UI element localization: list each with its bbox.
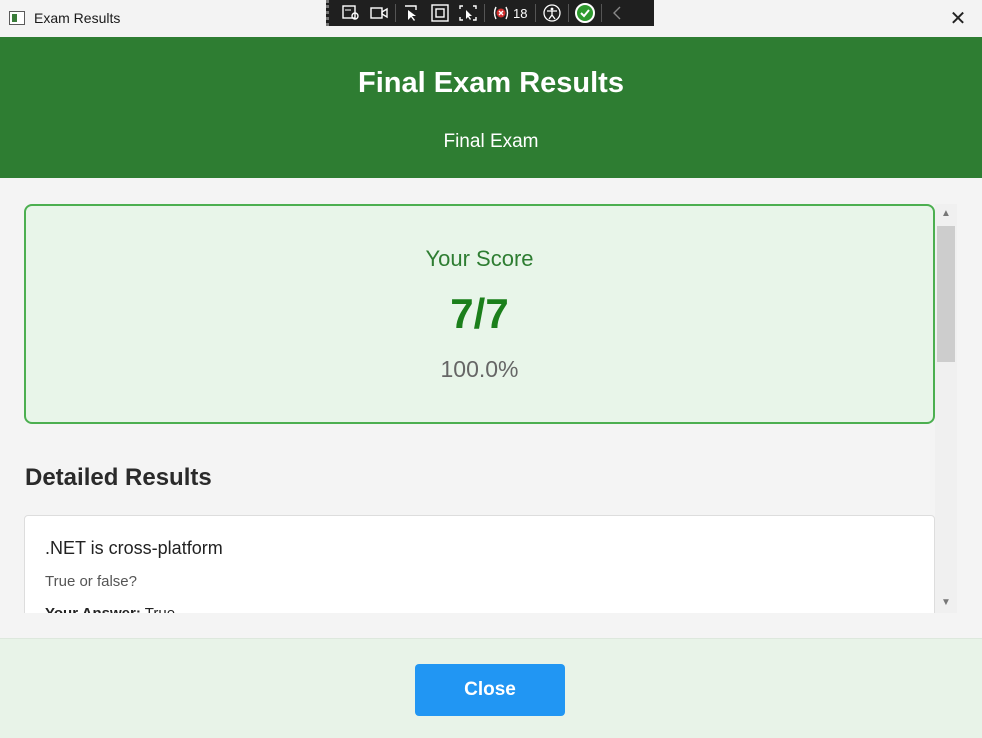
detailed-results-heading: Detailed Results [25,464,212,491]
toolbar-separator [601,4,603,22]
scrollbar-thumb[interactable] [937,226,955,362]
score-card: Your Score 7/7 100.0% [24,204,935,424]
dialog-footer: Close [0,638,982,738]
toolbar-separator [395,4,396,22]
answer-value: True [145,605,175,613]
checked-icon[interactable] [571,2,599,24]
score-label: Your Score [425,246,534,271]
exam-name: Final Exam [443,131,539,152]
page-title: Final Exam Results [358,67,624,99]
track-focus-icon[interactable] [454,2,482,24]
question-title: .NET is cross-platform [45,538,223,558]
score-value: 7/7 [450,290,509,337]
live-visual-tree-icon[interactable] [337,2,365,24]
window-close-button[interactable]: ✕ [946,6,970,30]
results-scroll-area[interactable]: Your Score 7/7 100.0% Detailed Results .… [0,178,982,613]
answer-label: Your Answer: [45,605,141,613]
toolbar-separator [484,4,485,22]
score-percent: 100.0% [440,356,519,382]
scroll-up-arrow-icon[interactable]: ▲ [935,204,957,224]
window-title: Exam Results [34,10,121,26]
toolbar-separator [568,4,570,22]
accessibility-icon[interactable] [538,2,566,24]
close-button[interactable]: Close [415,664,565,716]
question-result-card: .NET is cross-platform True or false? Yo… [24,515,935,613]
scroll-down-arrow-icon[interactable]: ▼ [935,593,957,613]
display-layout-adorners-icon[interactable] [426,2,454,24]
vertical-scrollbar[interactable]: ▲ ▼ [935,204,957,613]
binding-failures-count: 18 [513,5,528,21]
record-icon[interactable] [365,2,393,24]
select-element-icon[interactable] [398,2,426,24]
question-answer: Your Answer: True [45,605,175,613]
binding-failures-icon[interactable] [487,2,515,24]
app-icon [9,11,25,25]
debug-toolbar: 18 [326,0,654,26]
toolbar-separator [535,4,537,22]
question-description: True or false? [45,573,137,590]
collapse-icon[interactable] [604,2,632,24]
results-header: Final Exam Results Final Exam [0,37,982,178]
content-bottom-gap [0,613,982,638]
